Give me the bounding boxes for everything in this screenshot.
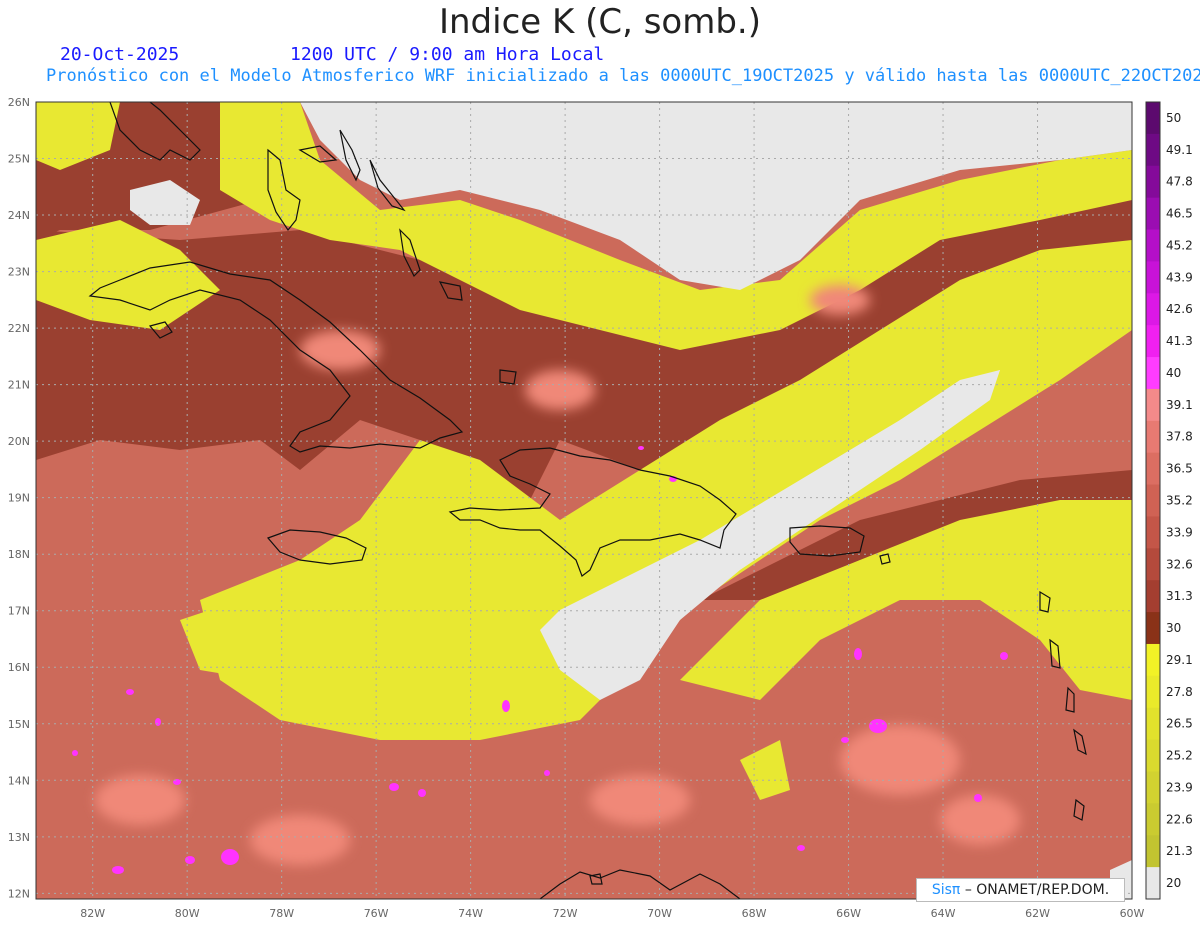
legend-level-label: 37.8 bbox=[1166, 430, 1193, 444]
legend-swatch bbox=[1146, 580, 1160, 613]
legend-level-label: 30 bbox=[1166, 621, 1181, 635]
legend-level-label: 46.5 bbox=[1166, 207, 1193, 221]
legend-level-label: 26.5 bbox=[1166, 717, 1193, 731]
lat-tick-label: 13N bbox=[8, 831, 30, 844]
legend-swatch bbox=[1146, 612, 1160, 645]
lon-tick-label: 64W bbox=[931, 907, 956, 920]
lat-tick-label: 18N bbox=[8, 548, 30, 561]
lat-tick-label: 17N bbox=[8, 605, 30, 618]
lat-tick-label: 23N bbox=[8, 266, 30, 279]
lon-tick-label: 72W bbox=[553, 907, 578, 920]
legend-swatch bbox=[1146, 133, 1160, 167]
legend-level-label: 49.1 bbox=[1166, 143, 1193, 157]
lon-tick-label: 60W bbox=[1120, 907, 1145, 920]
lon-tick-label: 70W bbox=[647, 907, 672, 920]
legend-level-label: 32.6 bbox=[1166, 557, 1193, 571]
legend-level-label: 41.3 bbox=[1166, 334, 1193, 348]
legend-swatch bbox=[1146, 739, 1160, 772]
lon-tick-label: 66W bbox=[836, 907, 861, 920]
legend-swatch bbox=[1146, 771, 1160, 804]
legend-level-label: 43.9 bbox=[1166, 270, 1193, 284]
legend-swatch bbox=[1146, 197, 1160, 231]
legend-swatch bbox=[1146, 420, 1160, 454]
lat-tick-label: 12N bbox=[8, 887, 30, 900]
legend-swatch bbox=[1146, 293, 1160, 326]
lat-tick-label: 14N bbox=[8, 774, 30, 787]
lat-tick-label: 20N bbox=[8, 435, 30, 448]
legend-level-label: 22.6 bbox=[1166, 812, 1193, 826]
legend-swatch bbox=[1146, 325, 1160, 358]
legend-level-label: 50 bbox=[1166, 111, 1181, 125]
lon-tick-labels: 82W 80W 78W 76W 74W 72W 70W 68W 66W 64W 62W 60W bbox=[80, 907, 1144, 920]
lat-tick-label: 15N bbox=[8, 718, 30, 731]
sis-logo: Sisπ bbox=[931, 882, 961, 898]
color-legend: 50 49.1 47.8 46.5 45.2 43.9 42.6 41.3 40 39.1 37.8… bbox=[1145, 101, 1193, 900]
legend-swatch bbox=[1146, 867, 1160, 900]
lat-tick-label: 24N bbox=[8, 209, 30, 222]
forecast-time: 1200 UTC / 9:00 am Hora Local bbox=[290, 44, 605, 65]
forecast-date: 20-Oct-2025 bbox=[60, 44, 180, 65]
map-title: Indice K (C, somb.) bbox=[438, 2, 762, 42]
legend-level-label: 33.9 bbox=[1166, 525, 1193, 539]
legend-swatch bbox=[1146, 548, 1160, 581]
legend-level-label: 47.8 bbox=[1166, 175, 1193, 189]
legend-level-label: 42.6 bbox=[1166, 302, 1193, 316]
lon-tick-label: 68W bbox=[742, 907, 767, 920]
lat-tick-label: 19N bbox=[8, 492, 30, 505]
legend-level-label: 25.2 bbox=[1166, 749, 1193, 763]
legend-swatch bbox=[1146, 516, 1160, 549]
legend-level-label: 45.2 bbox=[1166, 238, 1193, 252]
lon-tick-label: 78W bbox=[269, 907, 294, 920]
legend-level-label: 40 bbox=[1166, 366, 1181, 380]
legend-level-label: 36.5 bbox=[1166, 462, 1193, 476]
legend-swatch bbox=[1146, 357, 1160, 390]
lat-tick-label: 22N bbox=[8, 322, 30, 335]
map-field bbox=[36, 102, 1132, 899]
lon-tick-label: 74W bbox=[458, 907, 483, 920]
legend-swatch bbox=[1146, 261, 1160, 294]
lat-tick-labels: 26N 25N 24N 23N 22N 21N 20N 19N 18N 17N 16N 15N 14N 1… bbox=[8, 96, 30, 900]
lat-tick-label: 26N bbox=[8, 96, 30, 109]
lon-tick-label: 80W bbox=[175, 907, 200, 920]
lon-tick-label: 76W bbox=[364, 907, 389, 920]
legend-level-label: 23.9 bbox=[1166, 780, 1193, 794]
legend-swatch bbox=[1146, 707, 1160, 741]
legend-swatch bbox=[1146, 388, 1160, 422]
legend-level-label: 31.3 bbox=[1166, 589, 1193, 603]
k-index-map: 82W 80W 78W 76W 74W 72W 70W 68W 66W 64W 62W 60W 26N… bbox=[8, 96, 1193, 920]
legend-swatch bbox=[1146, 675, 1160, 709]
lat-tick-label: 16N bbox=[8, 661, 30, 674]
lon-tick-label: 62W bbox=[1025, 907, 1050, 920]
legend-swatch bbox=[1146, 484, 1160, 517]
legend-swatch bbox=[1146, 452, 1160, 486]
legend-level-label: 35.2 bbox=[1166, 494, 1193, 508]
forecast-description: Pronóstico con el Modelo Atmosferico WRF… bbox=[46, 66, 1200, 86]
lat-tick-label: 25N bbox=[8, 153, 30, 166]
credit-box: Sisπ – ONAMET/REP.DOM. bbox=[916, 878, 1125, 902]
legend-swatch bbox=[1146, 643, 1160, 677]
legend-swatch bbox=[1146, 835, 1160, 868]
lon-tick-label: 82W bbox=[80, 907, 105, 920]
legend-swatch bbox=[1146, 229, 1160, 262]
credit-org: – ONAMET/REP.DOM. bbox=[964, 882, 1110, 898]
legend-level-label: 21.3 bbox=[1166, 844, 1193, 858]
legend-level-label: 39.1 bbox=[1166, 398, 1193, 412]
legend-level-label: 27.8 bbox=[1166, 685, 1193, 699]
legend-swatch bbox=[1146, 803, 1160, 836]
lat-tick-label: 21N bbox=[8, 379, 30, 392]
legend-swatch bbox=[1146, 102, 1160, 135]
legend-level-label: 29.1 bbox=[1166, 653, 1193, 667]
legend-level-label: 20 bbox=[1166, 876, 1181, 890]
legend-swatch bbox=[1146, 165, 1160, 199]
